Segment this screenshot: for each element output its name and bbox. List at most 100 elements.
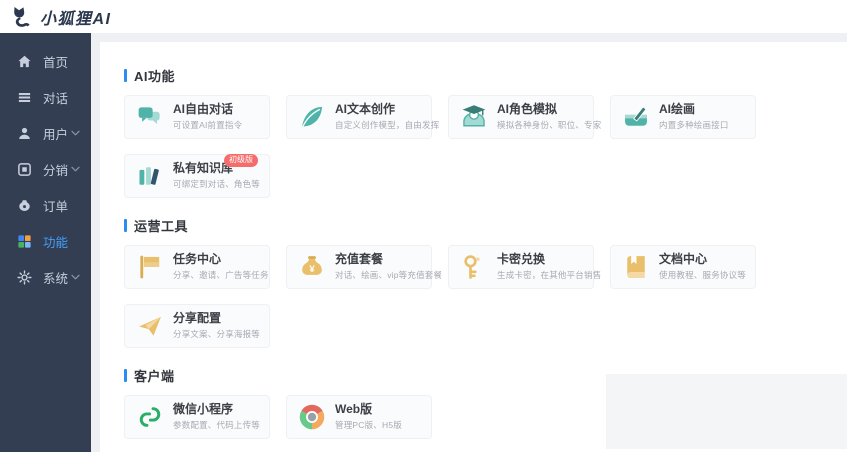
- sidebar-item-orders[interactable]: 订单: [0, 187, 91, 223]
- sidebar: 首页 对话 用户 分销 订单 功能 系统: [0, 33, 91, 452]
- card-texts: AI角色模拟 模拟各种身份、职位、专家: [497, 103, 593, 131]
- card-subtitle: 可设置AI前置指令: [173, 119, 242, 131]
- gear-icon: [17, 270, 32, 285]
- sidebar-nav: 首页 对话 用户 分销 订单 功能 系统: [0, 43, 91, 295]
- card-subtitle: 分享文案、分享海报等: [173, 328, 260, 340]
- chevron-down-icon: [71, 274, 80, 281]
- card-texts: AI文本创作 自定义创作模型，自由发挥: [335, 103, 431, 131]
- card-texts: 微信小程序 参数配置、代码上传等: [173, 403, 260, 431]
- card-texts: AI绘画 内置多种绘画接口: [659, 103, 729, 131]
- section-title-bar: [124, 69, 127, 82]
- sidebar-item-users[interactable]: 用户: [0, 115, 91, 151]
- card-wechat-miniprogram[interactable]: 微信小程序 参数配置、代码上传等: [124, 395, 270, 439]
- card-title: AI角色模拟: [497, 103, 557, 116]
- sidebar-item-label: 订单: [43, 196, 68, 215]
- bottom-right-panel: [606, 374, 847, 449]
- section: AI功能 AI自由对话 可设置AI前置指令 AI文本创作 自定义创作模型，自由发…: [124, 68, 847, 198]
- card-title: 私有知识库初级版: [173, 162, 233, 175]
- card-title: AI绘画: [659, 103, 695, 116]
- section-title-bar: [124, 219, 127, 232]
- card-title: 充值套餐: [335, 253, 383, 266]
- sidebar-item-label: 对话: [43, 88, 68, 107]
- card-subtitle: 对话、绘画、vip等充值套餐: [335, 269, 431, 281]
- money-bag-icon: ¥: [298, 253, 326, 281]
- distribution-icon: [17, 162, 32, 177]
- role-graduate-icon: [460, 103, 488, 131]
- card-doc-center[interactable]: 文档中心 使用教程、服务协议等: [610, 245, 756, 289]
- card-title: 微信小程序: [173, 403, 233, 416]
- chat-bubbles-icon: [136, 103, 164, 131]
- card-subtitle: 自定义创作模型，自由发挥: [335, 119, 431, 131]
- app-header: 小狐狸AI: [0, 0, 847, 33]
- order-bag-icon: [17, 198, 32, 213]
- card-subtitle: 生成卡密，在其他平台销售: [497, 269, 593, 281]
- card-subtitle: 模拟各种身份、职位、专家: [497, 119, 593, 131]
- section-title-text: 客户端: [134, 366, 175, 385]
- card-task-center[interactable]: 任务中心 分享、邀请、广告等任务: [124, 245, 270, 289]
- sidebar-item-distribution[interactable]: 分销: [0, 151, 91, 187]
- books-icon: [136, 162, 164, 190]
- chrome-icon: [298, 403, 326, 431]
- flag-icon: [136, 253, 164, 281]
- section-title: AI功能: [124, 68, 847, 82]
- sidebar-item-label: 用户: [43, 124, 68, 143]
- card-subtitle: 参数配置、代码上传等: [173, 419, 260, 431]
- card-texts: 充值套餐 对话、绘画、vip等充值套餐: [335, 253, 431, 281]
- card-texts: 分享配置 分享文案、分享海报等: [173, 312, 260, 340]
- section: 运营工具 任务中心 分享、邀请、广告等任务 ¥ 充值套餐 对话、绘画、vip等充…: [124, 218, 847, 348]
- sidebar-item-label: 系统: [43, 268, 68, 287]
- card-card-key-redeem[interactable]: 卡密兑换 生成卡密，在其他平台销售: [448, 245, 594, 289]
- card-subtitle: 使用教程、服务协议等: [659, 269, 746, 281]
- card-title: 分享配置: [173, 312, 221, 325]
- card-title: AI自由对话: [173, 103, 233, 116]
- sidebar-item-chat[interactable]: 对话: [0, 79, 91, 115]
- app-title: 小狐狸AI: [40, 5, 112, 29]
- sidebar-item-label: 功能: [43, 232, 68, 251]
- card-grid: 任务中心 分享、邀请、广告等任务 ¥ 充值套餐 对话、绘画、vip等充值套餐 卡…: [124, 245, 772, 348]
- card-subtitle: 管理PC版、H5版: [335, 419, 402, 431]
- features-grid-icon: [17, 234, 32, 249]
- sidebar-item-features[interactable]: 功能: [0, 223, 91, 259]
- card-texts: 文档中心 使用教程、服务协议等: [659, 253, 746, 281]
- section-title-text: AI功能: [134, 66, 175, 85]
- section-title: 运营工具: [124, 218, 847, 232]
- card-text-creation[interactable]: AI文本创作 自定义创作模型，自由发挥: [286, 95, 432, 139]
- logo-area: 小狐狸AI: [10, 5, 112, 29]
- card-texts: 卡密兑换 生成卡密，在其他平台销售: [497, 253, 593, 281]
- sidebar-item-home[interactable]: 首页: [0, 43, 91, 79]
- card-texts: 私有知识库初级版 可绑定到对话、角色等: [173, 162, 260, 190]
- card-recharge-packages[interactable]: ¥ 充值套餐 对话、绘画、vip等充值套餐: [286, 245, 432, 289]
- card-subtitle: 可绑定到对话、角色等: [173, 178, 260, 190]
- card-title: AI文本创作: [335, 103, 395, 116]
- chevron-down-icon: [71, 130, 80, 137]
- card-title: 卡密兑换: [497, 253, 545, 266]
- card-badge: 初级版: [224, 154, 258, 167]
- section-title-text: 运营工具: [134, 216, 188, 235]
- paper-plane-icon: [136, 312, 164, 340]
- sidebar-item-label: 首页: [43, 52, 68, 71]
- section-title-bar: [124, 369, 127, 382]
- fox-logo-icon: [10, 5, 34, 29]
- card-title: 文档中心: [659, 253, 707, 266]
- card-title: 任务中心: [173, 253, 221, 266]
- sidebar-item-label: 分销: [43, 160, 68, 179]
- card-texts: Web版 管理PC版、H5版: [335, 403, 402, 431]
- card-web-version[interactable]: Web版 管理PC版、H5版: [286, 395, 432, 439]
- chevron-down-icon: [71, 166, 80, 173]
- card-subtitle: 内置多种绘画接口: [659, 119, 729, 131]
- card-knowledge-base[interactable]: 私有知识库初级版 可绑定到对话、角色等: [124, 154, 270, 198]
- home-icon: [17, 54, 32, 69]
- sidebar-item-system[interactable]: 系统: [0, 259, 91, 295]
- card-texts: 任务中心 分享、邀请、广告等任务: [173, 253, 269, 281]
- card-free-chat[interactable]: AI自由对话 可设置AI前置指令: [124, 95, 270, 139]
- card-texts: AI自由对话 可设置AI前置指令: [173, 103, 242, 131]
- card-grid: AI自由对话 可设置AI前置指令 AI文本创作 自定义创作模型，自由发挥 AI角…: [124, 95, 772, 198]
- card-title: Web版: [335, 403, 372, 416]
- chat-lines-icon: [17, 90, 32, 105]
- card-role-play[interactable]: AI角色模拟 模拟各种身份、职位、专家: [448, 95, 594, 139]
- card-share-config[interactable]: 分享配置 分享文案、分享海报等: [124, 304, 270, 348]
- quill-icon: [298, 103, 326, 131]
- card-painting[interactable]: AI绘画 内置多种绘画接口: [610, 95, 756, 139]
- paint-brush-icon: [622, 103, 650, 131]
- card-subtitle: 分享、邀请、广告等任务: [173, 269, 269, 281]
